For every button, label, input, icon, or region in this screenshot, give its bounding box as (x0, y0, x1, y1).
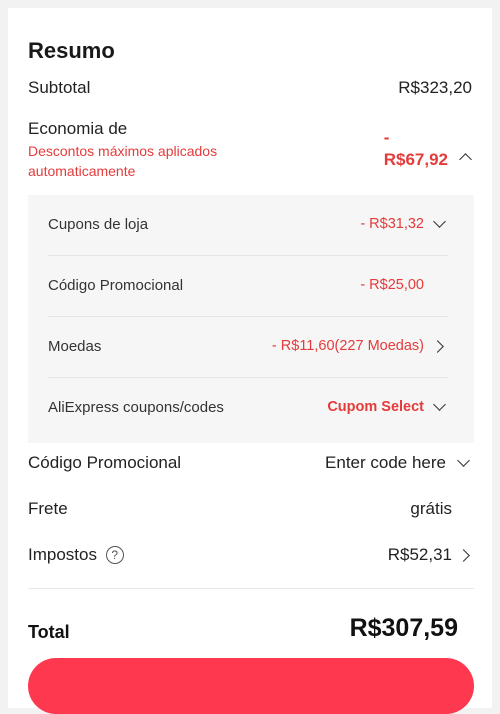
promo-code-label: Código Promocional (28, 453, 182, 472)
economy-value-amount: R$67,92 (383, 150, 448, 169)
taxes-label-group: Impostos ? (28, 545, 124, 565)
taxes-row[interactable]: Impostos ? R$52,31 (28, 545, 472, 569)
summary-title: Resumo (28, 38, 115, 63)
total-value: R$307,59 (349, 614, 458, 642)
economy-note: Descontos máximos aplicados automaticame… (28, 143, 218, 179)
divider (28, 588, 474, 589)
subtotal-row: Subtotal R$323,20 (28, 78, 472, 102)
discount-row-coins[interactable]: Moedas - R$11,60(227 Moedas) (48, 317, 448, 378)
economy-label: Economia de (28, 119, 128, 138)
discount-label: Cupons de loja (48, 216, 149, 233)
shipping-value: grátis (410, 499, 452, 518)
economy-row[interactable]: Economia de Descontos máximos aplicados … (28, 119, 472, 189)
summary-card: Resumo Subtotal R$323,20 Economia de Des… (8, 8, 492, 714)
taxes-value: R$52,31 (387, 545, 452, 564)
economy-value: - R$67,92 (384, 127, 448, 171)
total-label: Total (28, 622, 70, 642)
chevron-down-icon[interactable] (433, 215, 446, 228)
discount-value: - R$25,00 (360, 277, 424, 293)
discount-details-panel: Cupons de loja - R$31,32 Código Promocio… (28, 195, 474, 443)
checkout-button[interactable] (28, 658, 474, 714)
promo-code-input[interactable]: Enter code here (325, 453, 446, 473)
discount-value: - R$11,60(227 Moedas) (271, 338, 424, 354)
discount-label: AliExpress coupons/codes (48, 399, 224, 416)
chevron-down-icon[interactable] (457, 454, 470, 467)
promo-code-row[interactable]: Código Promocional Enter code here (28, 453, 472, 477)
chevron-right-icon[interactable] (431, 340, 444, 353)
shipping-row: Frete grátis (28, 499, 472, 523)
chevron-down-icon[interactable] (433, 398, 446, 411)
shipping-label: Frete (28, 499, 68, 518)
coupon-select-link[interactable]: Cupom Select (327, 399, 424, 415)
help-icon[interactable]: ? (105, 546, 124, 564)
economy-value-sign: - (383, 128, 390, 147)
taxes-label: Impostos (28, 545, 97, 564)
discount-label: Moedas (48, 338, 102, 355)
discount-label: Código Promocional (48, 277, 184, 294)
chevron-right-icon[interactable] (457, 549, 470, 562)
discount-value: - R$31,32 (360, 216, 424, 232)
chevron-up-icon[interactable] (459, 153, 472, 166)
subtotal-value: R$323,20 (398, 78, 472, 97)
discount-row-promo-code: Código Promocional - R$25,00 (48, 256, 448, 317)
discount-row-aliexpress-coupons[interactable]: AliExpress coupons/codes Cupom Select (48, 378, 448, 438)
subtotal-label: Subtotal (28, 78, 91, 97)
discount-row-store-coupons[interactable]: Cupons de loja - R$31,32 (48, 195, 448, 256)
